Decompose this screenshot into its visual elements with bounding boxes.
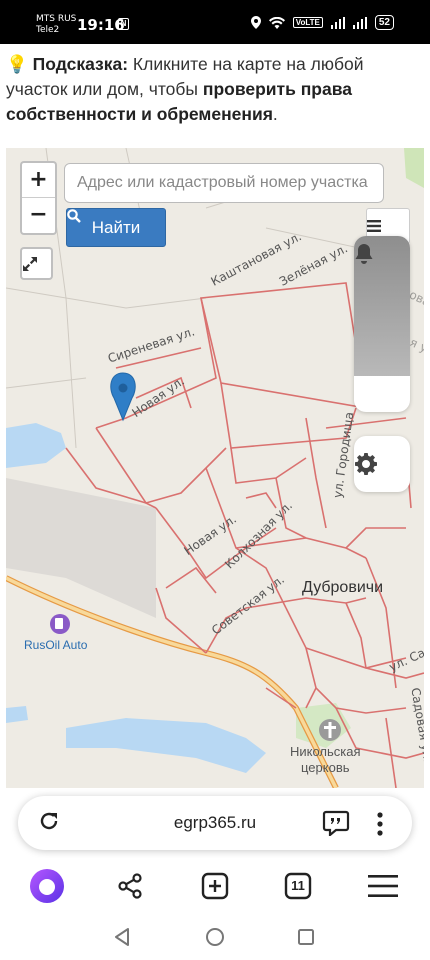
- hint-text-2: .: [272, 104, 278, 124]
- tabs-count: 11: [291, 878, 305, 893]
- wifi-icon: [268, 16, 285, 29]
- zoom-out-button[interactable]: −: [22, 198, 55, 233]
- side-panel: [354, 236, 410, 412]
- volte-icon: VoLTE: [292, 17, 323, 28]
- tabs-button[interactable]: 11: [278, 868, 318, 904]
- new-tab-button[interactable]: [195, 868, 235, 904]
- browser-bottom-nav: 11: [0, 858, 430, 914]
- hint-text: 💡 Подсказка: Кликните на карте на любой …: [6, 52, 416, 127]
- find-button-label: Найти: [91, 218, 141, 237]
- carrier-info: MTS RUS Tele2: [36, 14, 76, 36]
- lightbulb-icon: 💡: [6, 54, 28, 74]
- battery-icon: 52: [374, 15, 394, 30]
- church-label: Никольская церковь: [290, 744, 361, 776]
- bell-icon: [355, 244, 373, 264]
- hamburger-icon: [368, 875, 398, 897]
- url-text[interactable]: egrp365.ru: [18, 813, 412, 833]
- status-icons: VoLTE 52: [250, 15, 394, 30]
- share-icon: [118, 873, 142, 899]
- search-input[interactable]: Адрес или кадастровый номер участка: [64, 163, 384, 203]
- carrier-1: MTS RUS: [36, 14, 77, 24]
- church-label-line-1: Никольская: [290, 744, 361, 759]
- nfc-icon: N: [118, 18, 129, 30]
- plus-square-icon: [201, 872, 229, 900]
- menu-icon: [367, 220, 381, 232]
- hint-label: Подсказка:: [32, 54, 129, 74]
- back-icon[interactable]: [113, 927, 131, 947]
- settings-button[interactable]: [354, 436, 410, 492]
- browser-url-bar[interactable]: egrp365.ru: [18, 796, 412, 850]
- find-button[interactable]: Найти: [66, 208, 166, 247]
- chat-quote-icon: [322, 810, 350, 838]
- reader-mode-button[interactable]: [322, 810, 352, 838]
- carrier-2: Tele2: [36, 25, 60, 35]
- status-bar: MTS RUS Tele2 19:16 N VoLTE 52: [0, 0, 430, 44]
- notifications-button[interactable]: [354, 244, 410, 412]
- gear-icon: [355, 453, 377, 475]
- share-button[interactable]: [110, 868, 150, 904]
- fullscreen-button[interactable]: [20, 247, 53, 280]
- more-vertical-icon: [377, 812, 383, 836]
- system-nav-bar: [0, 914, 430, 960]
- home-icon[interactable]: [205, 927, 225, 947]
- cadastral-map[interactable]: Сиреневая ул. Новая ул. Каштановая ул. З…: [6, 148, 424, 788]
- signal-icon-1: [330, 16, 345, 29]
- recents-icon[interactable]: [297, 928, 315, 946]
- zoom-in-button[interactable]: +: [22, 163, 55, 198]
- search-icon: [67, 209, 81, 223]
- alice-button[interactable]: [27, 868, 67, 904]
- location-icon: [250, 16, 261, 29]
- poi-label: RusOil Auto: [24, 638, 88, 652]
- zoom-control: + −: [20, 161, 57, 235]
- expand-icon: [23, 257, 37, 271]
- menu-button[interactable]: [363, 868, 403, 904]
- more-options-button[interactable]: [372, 808, 388, 836]
- alice-icon: [30, 869, 64, 903]
- place-label: Дубровичи: [302, 579, 384, 596]
- church-label-line-2: церковь: [301, 760, 350, 775]
- signal-icon-2: [352, 16, 367, 29]
